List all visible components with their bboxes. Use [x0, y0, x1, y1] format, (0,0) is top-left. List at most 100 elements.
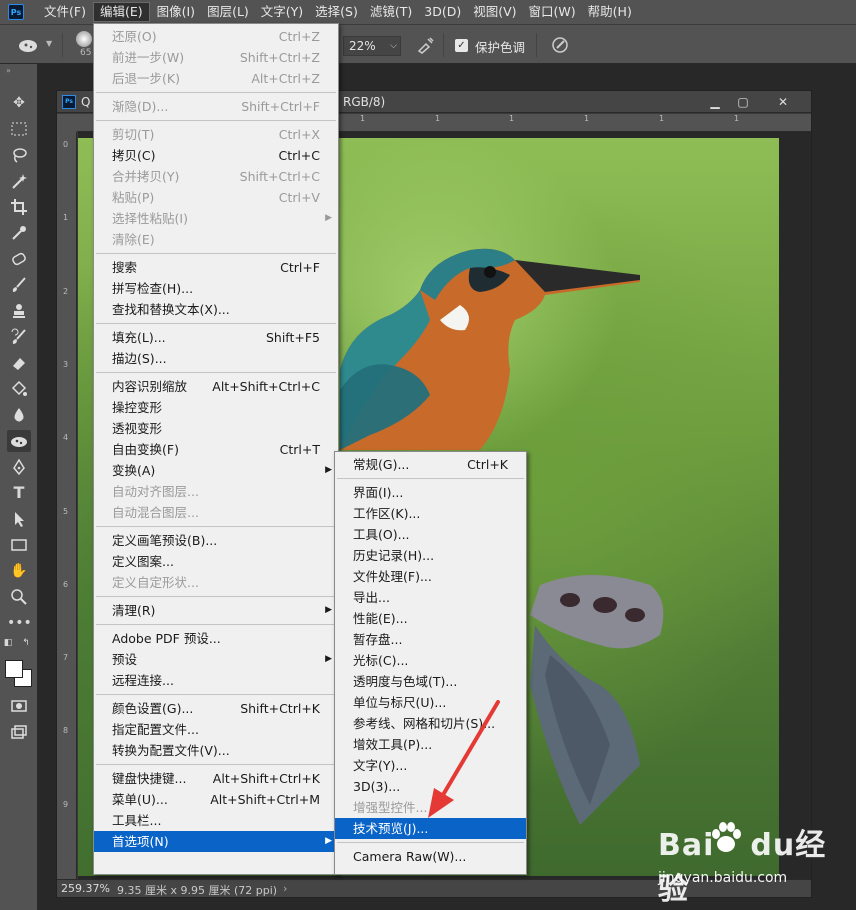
chevron-right-icon[interactable]: › — [283, 882, 287, 895]
menu-item-label: 转换为配置文件(V)... — [112, 743, 230, 758]
edit-menu-item[interactable]: 工具栏... — [94, 810, 338, 831]
move-tool-icon[interactable]: ✥ — [7, 92, 31, 114]
edit-menu-item[interactable]: 预设 ▶ — [94, 649, 338, 670]
menu-view[interactable]: 视图(V) — [467, 0, 522, 24]
quick-mask-icon[interactable] — [7, 695, 31, 717]
prefs-menu-item[interactable]: Camera Raw(W)... — [335, 846, 526, 867]
edit-menu-item[interactable]: 拼写检查(H)... — [94, 278, 338, 299]
edit-menu-item[interactable]: 清理(R) ▶ — [94, 600, 338, 621]
ruler-label: 9 — [63, 800, 69, 809]
prefs-menu-item[interactable]: 导出... — [335, 587, 526, 608]
menu-item-label: 描边(S)... — [112, 351, 167, 366]
edit-menu-item[interactable]: 查找和替换文本(X)... — [94, 299, 338, 320]
marquee-tool-icon[interactable] — [7, 118, 31, 140]
prefs-menu-item[interactable]: 文件处理(F)... — [335, 566, 526, 587]
menu-type[interactable]: 文字(Y) — [255, 0, 309, 24]
menu-item-label: 拷贝(C) — [112, 148, 156, 163]
edit-menu-item[interactable]: 指定配置文件... — [94, 719, 338, 740]
paint-bucket-tool-icon[interactable] — [7, 378, 31, 400]
edit-menu-item[interactable]: 定义图案... — [94, 551, 338, 572]
edit-menu-item[interactable]: 定义画笔预设(B)... — [94, 530, 338, 551]
menu-edit[interactable]: 编辑(E) — [92, 2, 150, 22]
menu-help[interactable]: 帮助(H) — [582, 0, 638, 24]
edit-menu-item[interactable]: 首选项(N) ▶ — [94, 831, 338, 852]
prefs-menu-item[interactable]: 历史记录(H)... — [335, 545, 526, 566]
menu-select[interactable]: 选择(S) — [309, 0, 364, 24]
menu-3d[interactable]: 3D(D) — [418, 0, 467, 24]
default-colors-icon[interactable]: ◧ — [2, 637, 14, 649]
prefs-menu-item[interactable]: 暂存盘... — [335, 629, 526, 650]
menu-item-label: 导出... — [353, 590, 390, 605]
screen-mode-icon[interactable] — [7, 721, 31, 743]
menu-filter[interactable]: 滤镜(T) — [364, 0, 418, 24]
eyedropper-tool-icon[interactable] — [7, 222, 31, 244]
prefs-menu-item[interactable]: 界面(I)... — [335, 482, 526, 503]
pen-tool-icon[interactable] — [7, 456, 31, 478]
menu-window[interactable]: 窗口(W) — [523, 0, 582, 24]
edit-menu-item[interactable]: 搜索 Ctrl+F — [94, 257, 338, 278]
menu-item-label: 界面(I)... — [353, 485, 404, 500]
brush-tool-icon[interactable] — [7, 274, 31, 296]
edit-menu-item[interactable]: 远程连接... — [94, 670, 338, 691]
stamp-tool-icon[interactable] — [7, 300, 31, 322]
panel-grip-icon[interactable]: » — [6, 66, 11, 75]
menu-layer[interactable]: 图层(L) — [201, 0, 255, 24]
hand-tool-icon[interactable]: ✋ — [7, 560, 31, 582]
flow-input[interactable]: 22% ⌵ — [343, 36, 401, 56]
history-brush-tool-icon[interactable] — [7, 326, 31, 348]
divider — [536, 33, 537, 57]
airbrush-icon[interactable] — [416, 35, 436, 55]
rectangle-tool-icon[interactable] — [7, 534, 31, 556]
edit-menu-item[interactable]: Adobe PDF 预设... — [94, 628, 338, 649]
edit-menu-item[interactable]: 内容识别缩放 Alt+Shift+Ctrl+C — [94, 376, 338, 397]
protect-tones-checkbox[interactable]: ✓ — [455, 39, 468, 52]
path-selection-tool-icon[interactable] — [7, 508, 31, 530]
chevron-down-icon[interactable]: ⌵ — [390, 37, 397, 55]
menu-item-shortcut: Ctrl+X — [278, 127, 320, 142]
edit-menu-item[interactable]: 填充(L)... Shift+F5 — [94, 327, 338, 348]
edit-menu-item[interactable]: 变换(A) ▶ — [94, 460, 338, 481]
vertical-ruler[interactable]: 0 1 2 3 4 5 6 7 8 9 — [57, 132, 77, 879]
prefs-menu-item[interactable]: 技术预览(J)... — [335, 818, 526, 839]
magic-wand-tool-icon[interactable] — [7, 170, 31, 192]
foreground-color-swatch[interactable] — [5, 660, 23, 678]
swap-colors-icon[interactable]: ↰ — [20, 637, 32, 649]
blur-tool-icon[interactable] — [7, 404, 31, 426]
edit-menu-item: 自动混合图层... — [94, 502, 338, 523]
prefs-menu-item[interactable]: 常规(G)... Ctrl+K — [335, 454, 526, 475]
ruler-corner[interactable] — [57, 114, 77, 132]
type-tool-icon[interactable]: T — [7, 482, 31, 504]
pressure-size-icon[interactable] — [550, 35, 570, 55]
prefs-menu-item[interactable]: 透明度与色域(T)... — [335, 671, 526, 692]
edit-menu-item[interactable]: 透视变形 — [94, 418, 338, 439]
edit-menu-item[interactable]: 键盘快捷键... Alt+Shift+Ctrl+K — [94, 768, 338, 789]
edit-menu-item[interactable]: 颜色设置(G)... Shift+Ctrl+K — [94, 698, 338, 719]
brush-preview-icon[interactable] — [76, 31, 92, 47]
edit-menu-item[interactable]: 拷贝(C) Ctrl+C — [94, 145, 338, 166]
maximize-icon[interactable]: ▢ — [731, 93, 755, 111]
more-tools-icon[interactable]: ••• — [7, 612, 32, 634]
prefs-menu-item[interactable]: 工作区(K)... — [335, 503, 526, 524]
crop-tool-icon[interactable] — [7, 196, 31, 218]
lasso-tool-icon[interactable] — [7, 144, 31, 166]
close-icon[interactable]: ✕ — [771, 93, 795, 111]
edit-menu-item[interactable]: 操控变形 — [94, 397, 338, 418]
eraser-tool-icon[interactable] — [7, 352, 31, 374]
edit-menu-item[interactable]: 自由变换(F) Ctrl+T — [94, 439, 338, 460]
chevron-down-icon[interactable]: ▼ — [46, 39, 52, 48]
menu-file[interactable]: 文件(F) — [38, 0, 92, 24]
edit-menu: 还原(O) Ctrl+Z 前进一步(W) Shift+Ctrl+Z 后退一步(K) Alt… — [93, 23, 339, 875]
sponge-tool-icon[interactable] — [7, 430, 31, 452]
prefs-menu-item[interactable]: 工具(O)... — [335, 524, 526, 545]
edit-menu-item[interactable]: 菜单(U)... Alt+Shift+Ctrl+M — [94, 789, 338, 810]
zoom-tool-icon[interactable] — [7, 586, 31, 608]
edit-menu-item[interactable]: 描边(S)... — [94, 348, 338, 369]
sponge-tool-preset-icon[interactable] — [18, 37, 40, 53]
healing-brush-tool-icon[interactable] — [7, 248, 31, 270]
minimize-icon[interactable]: ▁ — [703, 93, 727, 111]
menu-image[interactable]: 图像(I) — [151, 0, 201, 24]
edit-menu-item[interactable]: 转换为配置文件(V)... — [94, 740, 338, 761]
zoom-level[interactable]: 259.37% — [61, 882, 110, 895]
prefs-menu-item[interactable]: 光标(C)... — [335, 650, 526, 671]
prefs-menu-item[interactable]: 性能(E)... — [335, 608, 526, 629]
